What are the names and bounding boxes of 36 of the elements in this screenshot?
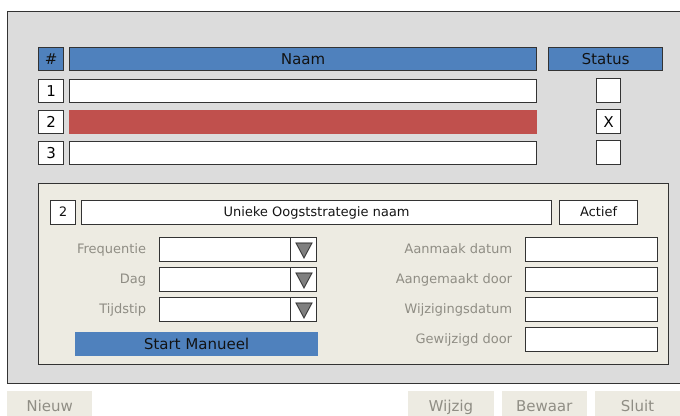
row-number: 3 bbox=[38, 140, 64, 164]
field-label: Dag bbox=[118, 272, 146, 287]
input-field[interactable] bbox=[525, 327, 658, 352]
field-label: Frequentie bbox=[76, 242, 146, 257]
row-number: 2 bbox=[38, 110, 64, 134]
field-label: Aanmaak datum bbox=[403, 242, 512, 257]
input-field[interactable] bbox=[525, 267, 658, 292]
input-field[interactable] bbox=[525, 237, 658, 262]
dropdown[interactable] bbox=[159, 237, 317, 262]
column-header: Naam bbox=[69, 47, 537, 71]
field-label: Tijdstip bbox=[98, 302, 146, 317]
column-header: Status bbox=[548, 47, 663, 71]
dropdown-arrow-icon bbox=[294, 240, 312, 258]
action-button[interactable]: Wijzig bbox=[408, 391, 494, 416]
status-checkbox[interactable] bbox=[596, 140, 621, 165]
action-button[interactable]: Nieuw bbox=[7, 391, 92, 416]
input-field[interactable] bbox=[525, 297, 658, 322]
action-button[interactable]: Sluit bbox=[594, 391, 680, 416]
status-field[interactable]: Actief bbox=[559, 200, 638, 225]
record-number: 2 bbox=[50, 200, 76, 225]
field-label: Gewijzigd door bbox=[414, 332, 512, 347]
row-number: 1 bbox=[38, 78, 64, 102]
dropdown-arrow-icon bbox=[294, 300, 312, 318]
status-checkbox[interactable] bbox=[596, 78, 621, 103]
name-row[interactable] bbox=[69, 78, 537, 102]
start-manual-button[interactable]: Start Manueel bbox=[75, 332, 318, 356]
action-button[interactable]: Bewaar bbox=[502, 391, 587, 416]
strategy-name-field[interactable]: Unieke Oogststrategie naam bbox=[81, 200, 552, 225]
column-header: # bbox=[38, 47, 64, 71]
field-label: Wijzigingsdatum bbox=[403, 302, 512, 317]
dropdown-arrow-icon bbox=[294, 270, 312, 288]
dropdown[interactable] bbox=[159, 267, 317, 292]
name-row[interactable] bbox=[69, 140, 537, 164]
field-label: Aangemaakt door bbox=[394, 272, 512, 287]
dropdown[interactable] bbox=[159, 297, 317, 322]
status-checkbox[interactable]: X bbox=[596, 109, 621, 134]
